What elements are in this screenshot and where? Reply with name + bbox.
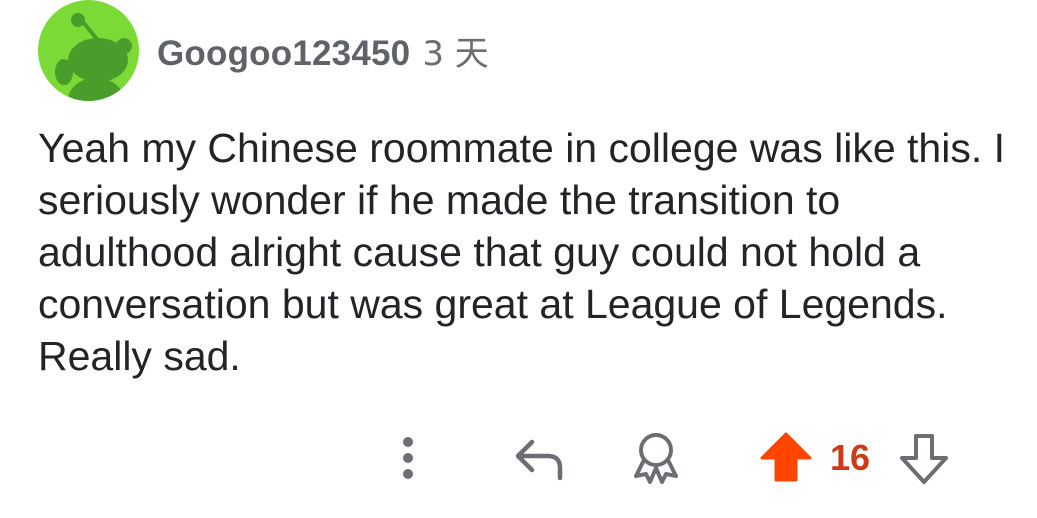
more-options-button[interactable]: [388, 430, 428, 486]
award-icon: [634, 433, 678, 484]
username[interactable]: Googoo123450: [157, 34, 410, 74]
comment-header: Googoo123450 3 天: [38, 0, 489, 101]
comment-body: Yeah my Chinese roommate in college was …: [38, 125, 1006, 379]
avatar[interactable]: [38, 0, 139, 101]
downvote-arrow-icon: [900, 434, 948, 484]
upvote-button[interactable]: [758, 428, 814, 488]
comment: Googoo123450 3 天 Yeah my Chinese roommat…: [0, 0, 1037, 518]
snoo-avatar-icon: [55, 13, 132, 101]
upvote-arrow-icon: [760, 432, 812, 482]
vote-score: 16: [830, 437, 871, 478]
comment-meta: Googoo123450 3 天: [157, 26, 489, 75]
comment-actions: 16: [0, 428, 1037, 488]
more-vertical-icon: [403, 437, 413, 479]
downvote-button[interactable]: [896, 428, 952, 488]
comment-age: 3 天: [422, 34, 489, 74]
reply-icon: [515, 439, 563, 481]
award-button[interactable]: [626, 428, 686, 488]
reply-button[interactable]: [510, 430, 570, 486]
